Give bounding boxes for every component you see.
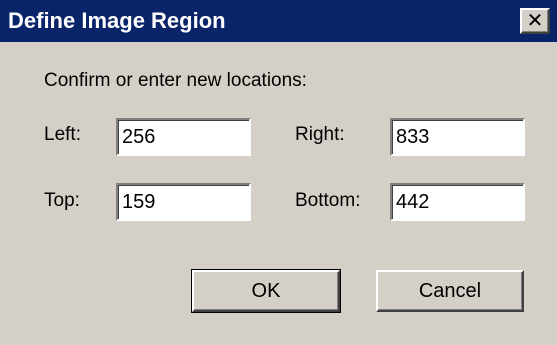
right-input[interactable] <box>390 118 525 156</box>
instruction-text: Confirm or enter new locations: <box>44 70 307 91</box>
bottom-label: Bottom: <box>295 190 361 211</box>
cancel-button[interactable]: Cancel <box>376 270 524 312</box>
left-input[interactable] <box>116 118 251 156</box>
ok-button[interactable]: OK <box>191 269 341 313</box>
dialog-title: Define Image Region <box>8 8 226 33</box>
top-input[interactable] <box>116 183 251 221</box>
right-label: Right: <box>295 124 345 145</box>
close-button[interactable]: ✕ <box>520 8 550 34</box>
title-bar: Define Image Region ✕ <box>0 0 557 42</box>
left-label: Left: <box>44 124 81 145</box>
close-icon: ✕ <box>526 8 544 32</box>
define-image-region-dialog: Define Image Region ✕ Confirm or enter n… <box>0 0 557 345</box>
bottom-input[interactable] <box>390 183 525 221</box>
top-label: Top: <box>44 190 80 211</box>
